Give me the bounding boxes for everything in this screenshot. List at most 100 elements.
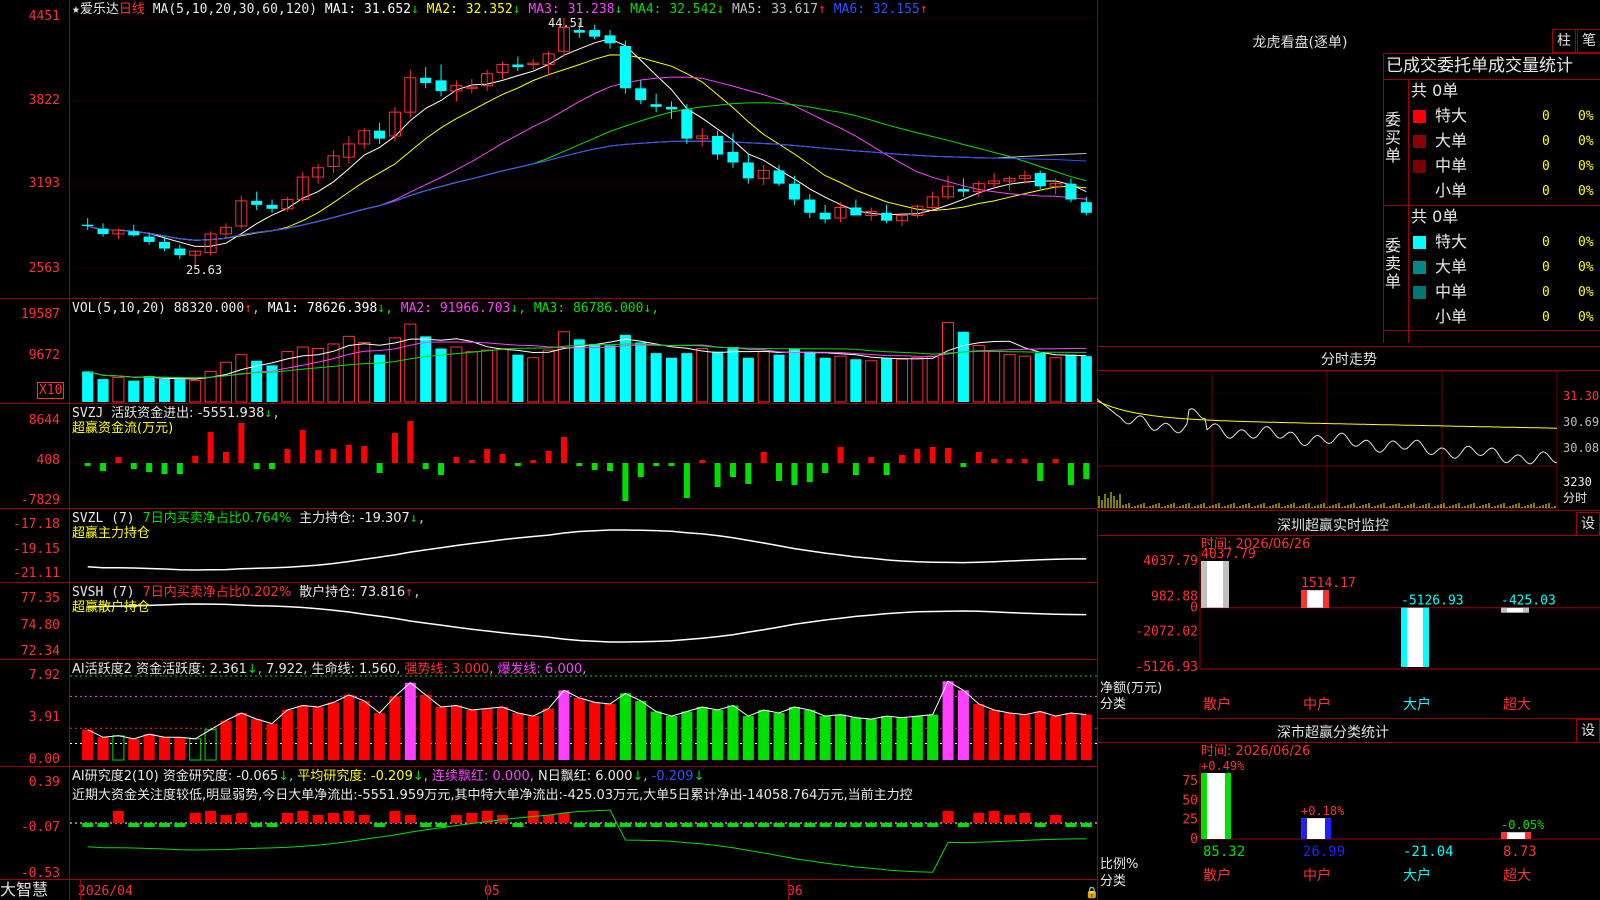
volume-bar (834, 355, 847, 403)
money-flow-bar (514, 463, 521, 466)
y-tick: 4451 (28, 9, 60, 24)
research-bar (773, 823, 785, 827)
money-flow-bar (499, 454, 506, 463)
svzl-label: SVZL (7) (72, 511, 135, 526)
activity-bar (496, 706, 509, 760)
vol-arrow: ↑ (244, 301, 253, 316)
bar-mode-button[interactable]: 柱 (1552, 29, 1576, 53)
candle-body (604, 35, 616, 44)
svsh-arrow: ↑ (405, 585, 413, 600)
research-bar (512, 823, 524, 827)
ma-label: MA4: (622, 2, 670, 17)
volume-bar (97, 379, 109, 402)
activity-bar (665, 716, 678, 760)
candle-body (1034, 173, 1046, 187)
activity-bar (343, 694, 355, 760)
candle-body (850, 207, 862, 216)
research-bar (266, 823, 278, 827)
money-flow-bar (422, 463, 429, 469)
ai-research-arrow: ↓ (278, 769, 290, 784)
volume-bar (972, 344, 985, 403)
buy-total: 共 0单 (1411, 81, 1459, 100)
research-bar (788, 823, 800, 827)
money-flow-bar (315, 450, 322, 463)
volume-bar (143, 376, 155, 402)
y-tick: 19587 (20, 307, 60, 322)
classify-category: 超大 (1503, 868, 1531, 884)
activity-bar (327, 702, 340, 760)
activity-bar (82, 729, 94, 760)
ma-value: 32.155 (872, 2, 920, 17)
volume-bar (1018, 355, 1031, 403)
buy-color-swatch (1413, 110, 1426, 123)
classify-value-label: -21.04 (1403, 844, 1454, 860)
volume-bar (1049, 357, 1062, 403)
activity-bar (681, 711, 693, 760)
money-flow-bar (345, 445, 352, 463)
candle-body (619, 45, 631, 89)
buy-group-label: 委买单 (1385, 110, 1402, 165)
money-flow-bar (253, 463, 260, 469)
intraday-chart[interactable] (1097, 371, 1600, 509)
vol-unit-badge: X10 (37, 382, 65, 399)
classify-settings-button[interactable]: 设 (1576, 719, 1600, 743)
volume-bar (158, 379, 171, 402)
candle-body (804, 199, 816, 213)
volume-bar (742, 357, 754, 402)
main-header: ★爱乐达日线 MA(5,10,20,30,60,120) MA1: 31.652… (72, 2, 928, 17)
longhu-bottom-line (1383, 330, 1600, 331)
activity-bar (650, 711, 662, 760)
volume-bar (881, 357, 893, 402)
brand-logo[interactable]: 大智慧 (0, 882, 48, 898)
sell-row-count: 0 (1542, 310, 1550, 325)
buy-row-label: 小单 (1435, 181, 1468, 200)
money-flow-bar (192, 456, 199, 463)
candle-body (97, 228, 109, 234)
svsh-subtitle: 超赢散户持仓 (72, 600, 151, 615)
period-label[interactable]: 日线 (119, 2, 145, 17)
ma-value: 31.652 (364, 2, 411, 17)
research-bar (343, 811, 355, 823)
kline-chart[interactable] (0, 0, 1097, 900)
money-flow-bar (238, 423, 245, 463)
y-tick: 0.00 (28, 752, 60, 767)
sell-row-pct: 0% (1578, 285, 1594, 300)
volume-bar (573, 339, 585, 402)
activity-bar (174, 737, 186, 760)
ai-research-label: AI研究度2(10) (72, 769, 159, 784)
candle-body (420, 77, 432, 84)
money-flow-bar (637, 463, 644, 477)
activity-bar (604, 703, 616, 760)
research-bar (435, 823, 447, 827)
activity-bar (911, 716, 923, 760)
activity-bar (266, 723, 278, 760)
money-flow-bar (960, 463, 967, 467)
money-flow-bar (1021, 459, 1028, 463)
ai-burst-line: 爆发线: 6.000 (497, 662, 583, 677)
ma-values: MA1: 31.652↓ MA2: 32.352↓ MA3: 31.238↓ M… (325, 2, 928, 17)
activity-bar (957, 690, 969, 760)
y-tick: 2563 (28, 261, 60, 276)
activity-bar (297, 705, 309, 760)
vol-ma-label: MA2: (392, 301, 440, 316)
favorite-star-icon[interactable]: ★ (72, 2, 80, 17)
research-bar (281, 813, 293, 823)
main-holding-line (87, 529, 1087, 571)
research-bar (466, 813, 478, 823)
research-bar (1019, 813, 1031, 823)
longhu-group-line (1408, 79, 1409, 343)
tick-mode-button[interactable]: 笔 (1577, 29, 1600, 53)
ai-research-avg2: -0.209 (651, 769, 694, 784)
monitor-category: 散户 (1203, 696, 1231, 713)
date-tick-mark (80, 880, 81, 900)
volume-bar (481, 349, 494, 403)
ma-line-ma4 (87, 102, 1087, 241)
monitor-bar-edge (1201, 561, 1207, 608)
monitor-settings-button[interactable]: 设 (1576, 512, 1600, 536)
vol-ma-arrow: ↓, (377, 301, 393, 316)
monitor-value-label: -5126.93 (1401, 594, 1464, 609)
research-bar (404, 815, 416, 823)
sell-row-label: 小单 (1435, 307, 1468, 326)
classify-top-line (1097, 718, 1600, 719)
ma-params: MA(5,10,20,30,60,120) (152, 2, 318, 17)
